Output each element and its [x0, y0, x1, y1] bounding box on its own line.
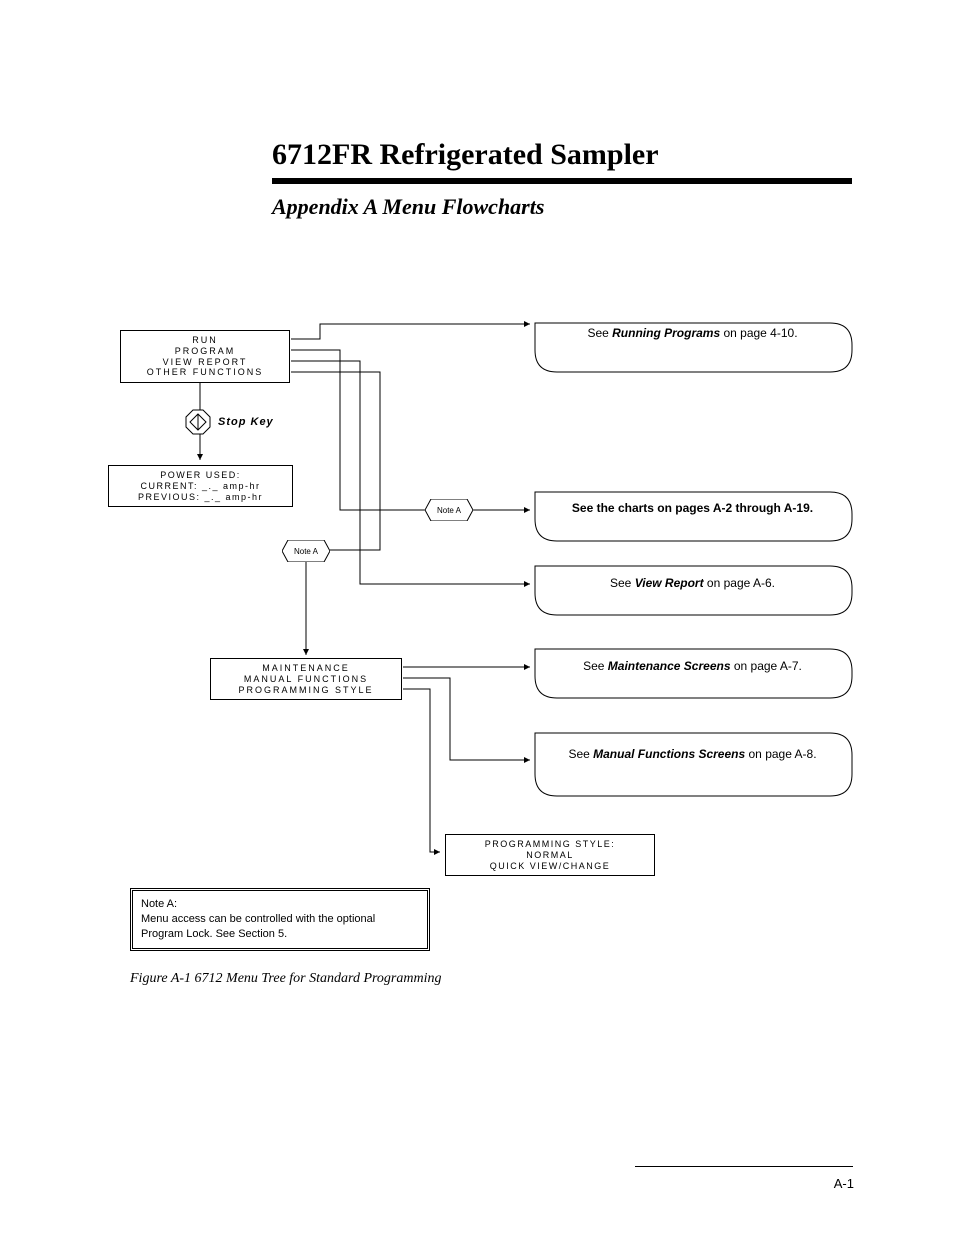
- note-a-box: Note A: Menu access can be controlled wi…: [130, 888, 430, 951]
- callout-manual-em: Manual Functions Screens: [593, 747, 745, 761]
- power-used-box: POWER USED: CURRENT: _._ amp-hr PREVIOUS…: [108, 465, 293, 507]
- callout-view-post: on page A-6.: [704, 576, 775, 590]
- menu-view-report: VIEW REPORT: [123, 357, 287, 368]
- main-menu-box: RUN PROGRAM VIEW REPORT OTHER FUNCTIONS: [120, 330, 290, 383]
- programming-style-box: PROGRAMMING STYLE: NORMAL QUICK VIEW/CHA…: [445, 834, 655, 876]
- other-manual-functions: MANUAL FUNCTIONS: [213, 674, 399, 685]
- other-programming-style: PROGRAMMING STYLE: [213, 685, 399, 696]
- note-a-hex-2-label: Note A: [282, 540, 330, 556]
- flowchart-svg: [0, 0, 954, 1235]
- menu-program: PROGRAM: [123, 346, 287, 357]
- menu-other-functions: OTHER FUNCTIONS: [123, 367, 287, 378]
- figure-caption: Figure A-1 6712 Menu Tree for Standard P…: [130, 971, 442, 987]
- callout-maint-em: Maintenance Screens: [608, 659, 731, 673]
- callout-maintenance: See Maintenance Screens on page A-7.: [540, 658, 845, 674]
- note-a-hex-1-label: Note A: [425, 499, 473, 515]
- callout-running-programs: See Running Programs on page 4-10.: [540, 325, 845, 341]
- callout-view-em: View Report: [635, 576, 704, 590]
- callout-view-pre: See: [610, 576, 635, 590]
- progstyle-heading: PROGRAMMING STYLE:: [448, 839, 652, 850]
- callout-maint-post: on page A-7.: [731, 659, 802, 673]
- menu-run: RUN: [123, 335, 287, 346]
- callout-charts-text: See the charts on pages A-2 through A-19…: [572, 501, 813, 515]
- callout-running-em: Running Programs: [612, 326, 720, 340]
- callout-manual-pre: See: [568, 747, 593, 761]
- callout-view-report: See View Report on page A-6.: [540, 575, 845, 591]
- callout-running-pre: See: [587, 326, 612, 340]
- note-a-text: Menu access can be controlled with the o…: [141, 912, 419, 942]
- callout-manual-functions: See Manual Functions Screens on page A-8…: [540, 746, 845, 762]
- callout-maint-pre: See: [583, 659, 608, 673]
- power-heading: POWER USED:: [111, 470, 290, 481]
- progstyle-normal: NORMAL: [448, 850, 652, 861]
- progstyle-quick: QUICK VIEW/CHANGE: [448, 861, 652, 872]
- note-a-heading: Note A:: [141, 897, 419, 912]
- footer-rule: [635, 1166, 853, 1167]
- callout-manual-post: on page A-8.: [745, 747, 816, 761]
- other-maintenance: MAINTENANCE: [213, 663, 399, 674]
- callout-charts: See the charts on pages A-2 through A-19…: [540, 500, 845, 516]
- other-functions-box: MAINTENANCE MANUAL FUNCTIONS PROGRAMMING…: [210, 658, 402, 700]
- power-previous: PREVIOUS: _._ amp-hr: [111, 492, 290, 503]
- callout-running-post: on page 4-10.: [720, 326, 797, 340]
- power-current: CURRENT: _._ amp-hr: [111, 481, 290, 492]
- page-number: A-1: [834, 1176, 854, 1191]
- note-a-hex-1: Note A: [425, 499, 473, 521]
- note-a-hex-2: Note A: [282, 540, 330, 562]
- stop-key-label: Stop Key: [218, 416, 274, 428]
